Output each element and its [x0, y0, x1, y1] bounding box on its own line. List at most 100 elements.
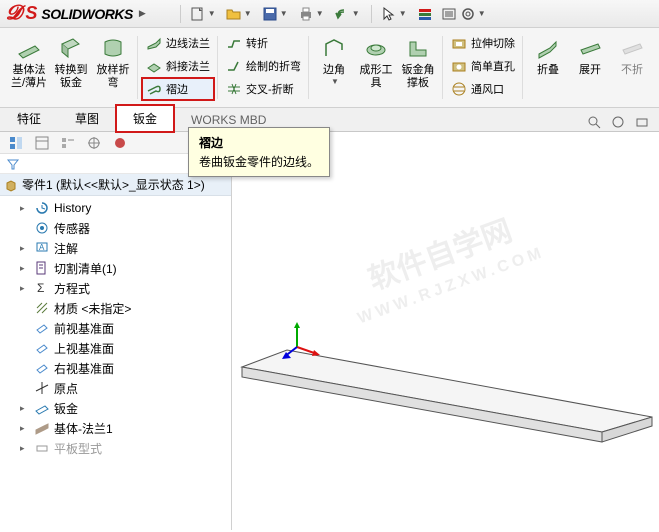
tree-item-label: 平板型式: [54, 440, 102, 457]
tree-item[interactable]: ▸ 钣金: [0, 398, 231, 418]
miter-flange-button[interactable]: 斜接法兰: [142, 55, 214, 77]
expand-icon[interactable]: ▸: [20, 283, 30, 294]
logo-ds-icon: 𝓓: [6, 2, 21, 25]
logo-dropdown-icon: ▶: [139, 8, 146, 19]
tab-sheetmetal[interactable]: 钣金: [116, 105, 174, 132]
sketched-bend-button[interactable]: 绘制的折弯: [222, 55, 305, 77]
list-icon: [441, 6, 457, 22]
chevron-down-icon: ▼: [316, 9, 324, 18]
tree-item[interactable]: 前视基准面: [0, 318, 231, 338]
rebuild-icon: [417, 6, 433, 22]
graphics-viewport[interactable]: 软件自学网 WWW.RJZXW.COM: [232, 132, 659, 530]
gusset-button[interactable]: 钣金角 撑板: [397, 32, 439, 92]
tree-item-label: 右视基准面: [54, 360, 114, 377]
unfold-button[interactable]: 展开: [569, 32, 611, 79]
tree-item[interactable]: 传感器: [0, 218, 231, 238]
flatpattern-icon: [34, 440, 50, 456]
tooltip: 褶边 卷曲钣金零件的边线。: [188, 127, 330, 177]
plane-icon: [34, 340, 50, 356]
corners-button[interactable]: 边角 ▼: [313, 32, 355, 92]
property-manager-tab[interactable]: [30, 133, 54, 153]
expand-icon[interactable]: ▸: [20, 263, 30, 274]
feature-tree-tab[interactable]: [4, 133, 28, 153]
main-area: ❯ 零件1 (默认<<默认>_显示状态 1>) ▸History传感器▸A注解▸…: [0, 132, 659, 530]
tree-item-label: 前视基准面: [54, 320, 114, 337]
collapse-ribbon-icon[interactable]: [633, 113, 651, 131]
miter-flange-icon: [146, 58, 162, 74]
select-button[interactable]: ▼: [378, 3, 412, 25]
open-button[interactable]: ▼: [223, 3, 257, 25]
tree-item[interactable]: ▸A注解: [0, 238, 231, 258]
extruded-cut-button[interactable]: 拉伸切除: [447, 32, 519, 54]
tree-item[interactable]: 右视基准面: [0, 358, 231, 378]
forming-tool-button[interactable]: 成形工 具: [355, 32, 397, 92]
chevron-down-icon: ▼: [244, 9, 252, 18]
convert-sheetmetal-button[interactable]: 转换到 钣金: [50, 32, 92, 92]
tree-root[interactable]: 零件1 (默认<<默认>_显示状态 1>): [0, 174, 231, 196]
tree-item[interactable]: ▸ 平板型式: [0, 438, 231, 458]
feature-tree: ▸History传感器▸A注解▸切割清单(1)▸Σ方程式材质 <未指定>前视基准…: [0, 196, 231, 530]
tree-item[interactable]: ▸基体-法兰1: [0, 418, 231, 438]
app-logo[interactable]: 𝓓 S SOLIDWORKS ▶: [6, 2, 146, 25]
save-button[interactable]: ▼: [259, 3, 293, 25]
fold-icon: [534, 34, 562, 62]
lofted-bend-button[interactable]: 放样折 弯: [92, 32, 134, 92]
base-flange-button[interactable]: 基体法 兰/薄片: [8, 32, 50, 92]
vent-button[interactable]: 通风口: [447, 78, 519, 100]
tree-item[interactable]: ▸ Σ方程式: [0, 278, 231, 298]
edge-flange-button[interactable]: 边线法兰: [142, 32, 214, 54]
plane-icon: [34, 360, 50, 376]
settings-button[interactable]: ▼: [462, 3, 484, 25]
tree-item-label: 方程式: [54, 280, 90, 297]
tree-item[interactable]: ▸ 切割清单(1): [0, 258, 231, 278]
simple-hole-button[interactable]: 简单直孔: [447, 55, 519, 77]
expand-icon[interactable]: ▸: [20, 423, 30, 434]
options-button[interactable]: [438, 3, 460, 25]
print-button[interactable]: ▼: [295, 3, 329, 25]
undo-button[interactable]: ▼: [331, 3, 365, 25]
origin-triad: [282, 322, 322, 362]
tree-item[interactable]: 原点: [0, 378, 231, 398]
configuration-manager-tab[interactable]: [56, 133, 80, 153]
dimxpert-tab[interactable]: [82, 133, 106, 153]
jog-button[interactable]: 转折: [222, 32, 305, 54]
chevron-down-icon: ▼: [352, 9, 360, 18]
view-settings-icon[interactable]: [609, 113, 627, 131]
filter-icon: [6, 157, 20, 171]
chevron-down-icon: ▼: [331, 77, 339, 86]
tree-item-label: 切割清单(1): [54, 260, 117, 277]
cross-break-icon: [226, 81, 242, 97]
cross-break-button[interactable]: 交叉-折断: [222, 78, 305, 100]
history-icon: [34, 200, 50, 216]
chevron-down-icon: ▼: [399, 9, 407, 18]
search-commands-icon[interactable]: [585, 113, 603, 131]
tree-item[interactable]: 上视基准面: [0, 338, 231, 358]
hem-icon: [146, 81, 162, 97]
hem-button[interactable]: 褶边: [142, 78, 214, 100]
corners-icon: [320, 34, 348, 62]
jog-icon: [226, 35, 242, 51]
origin-icon: [34, 380, 50, 396]
new-button[interactable]: ▼: [187, 3, 221, 25]
tree-item-label: 钣金: [54, 400, 78, 417]
tab-features[interactable]: 特征: [0, 105, 58, 132]
tree-item[interactable]: 材质 <未指定>: [0, 298, 231, 318]
tree-item[interactable]: ▸History: [0, 198, 231, 218]
simple-hole-icon: [451, 58, 467, 74]
undo-icon: [334, 6, 350, 22]
chevron-down-icon: ▼: [280, 9, 288, 18]
base-flange-icon: [15, 34, 43, 62]
expand-icon[interactable]: ▸: [20, 243, 30, 254]
expand-icon[interactable]: ▸: [20, 203, 30, 214]
display-manager-tab[interactable]: [108, 133, 132, 153]
fold-button[interactable]: 折叠: [527, 32, 569, 79]
tree-item-label: 上视基准面: [54, 340, 114, 357]
tab-sketch[interactable]: 草图: [58, 105, 116, 132]
expand-icon[interactable]: ▸: [20, 403, 30, 414]
no-bends-button: 不折: [611, 32, 653, 79]
gear-icon: [460, 6, 476, 22]
annotation-icon: A: [34, 240, 50, 256]
rebuild-button[interactable]: [414, 3, 436, 25]
expand-icon[interactable]: ▸: [20, 443, 30, 454]
equation-icon: Σ: [34, 280, 50, 296]
